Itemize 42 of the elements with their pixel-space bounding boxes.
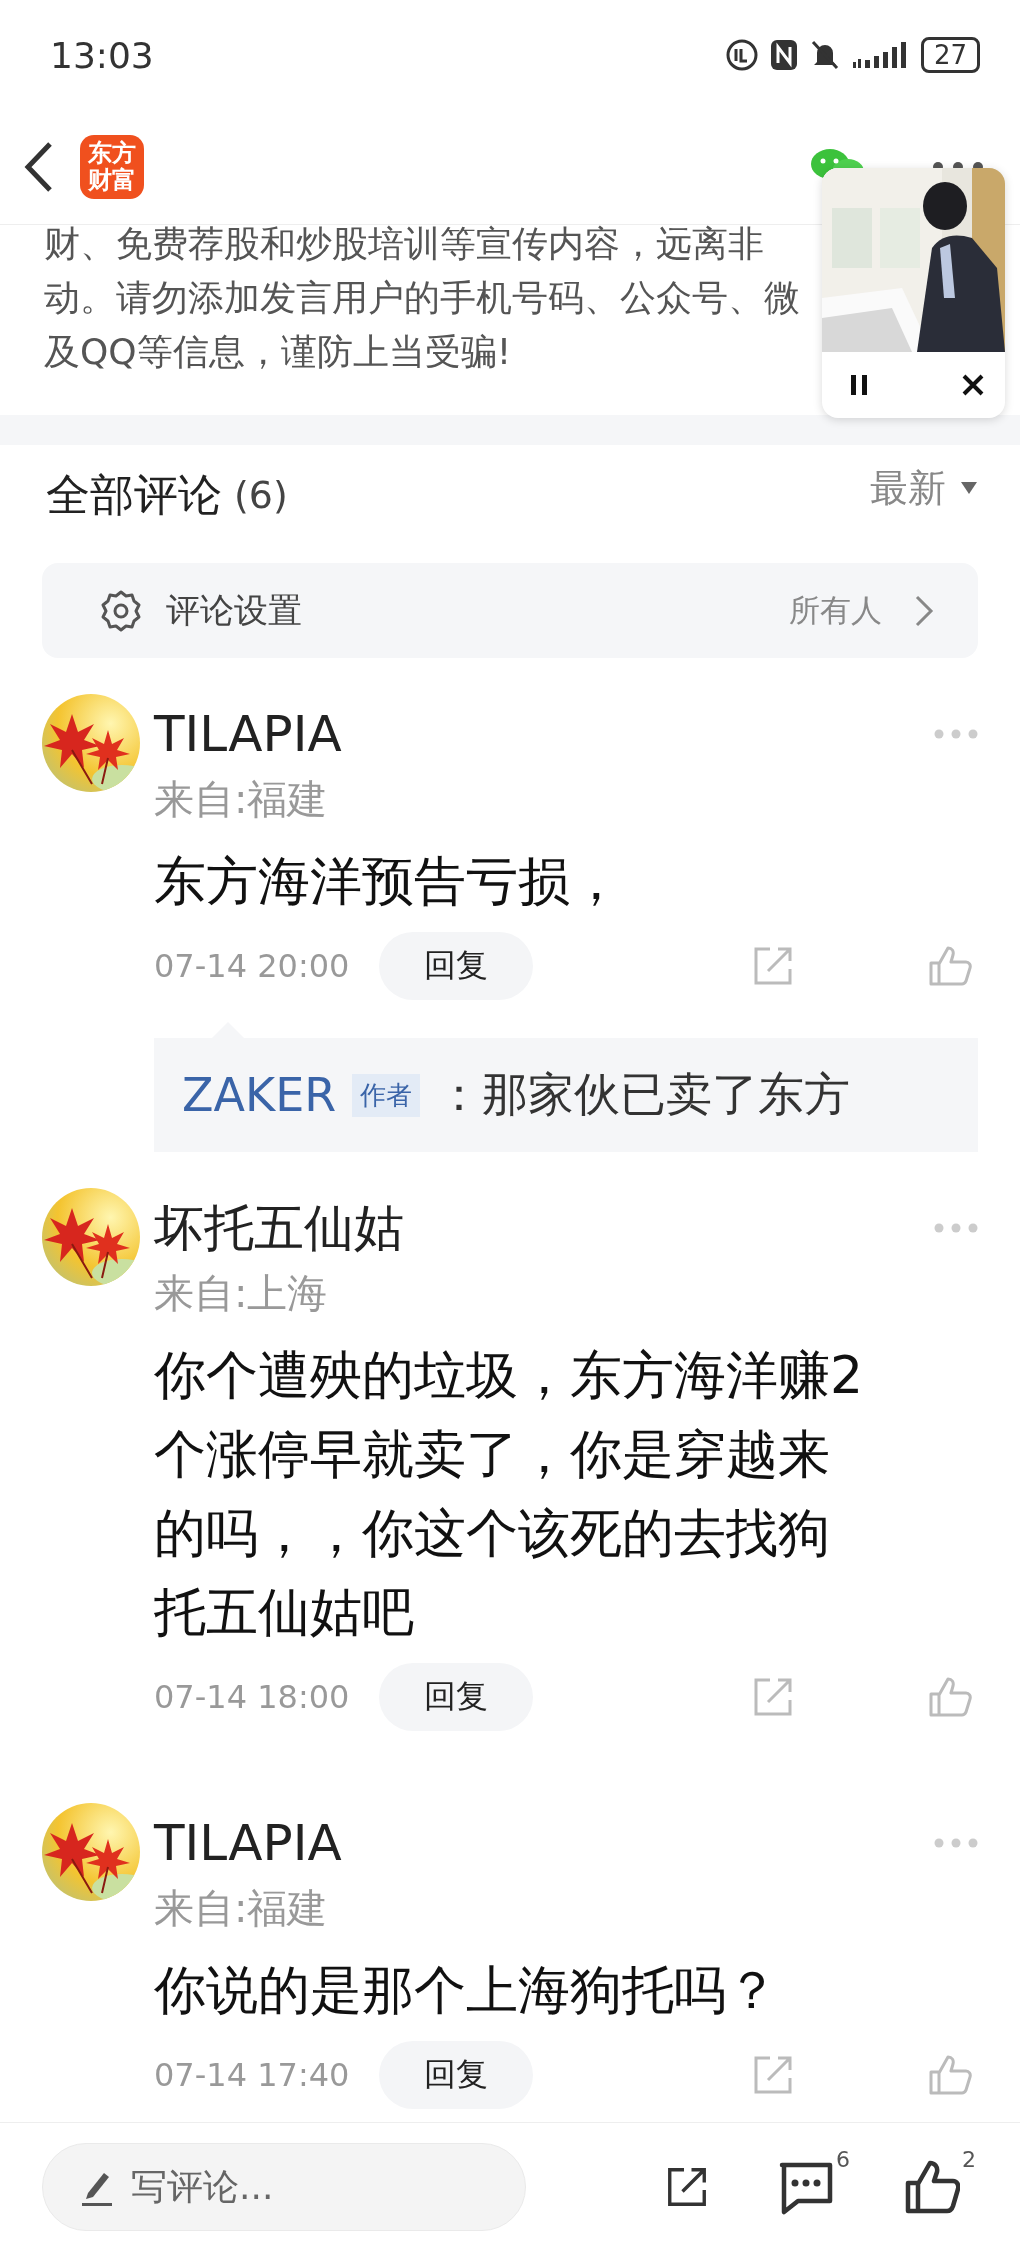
username[interactable]: TILAPIA [154, 704, 342, 764]
comment-text: 东方海洋预告亏损， [154, 850, 623, 913]
hd-call-icon [724, 38, 759, 72]
battery-indicator: 27 [920, 37, 980, 73]
reply-text: ：那家伙已卖了东方 [436, 1066, 851, 1123]
location-text: 来自:福建 [154, 1884, 329, 1933]
status-time: 13:03 [50, 34, 154, 76]
like-count-text: 2 [962, 2146, 976, 2172]
reply-button[interactable]: 回复 [379, 2041, 534, 2109]
app-logo: 东方 财富 [80, 135, 144, 199]
notice-text: 及QQ等信息，谨防上当受骗! [44, 330, 513, 374]
location-text: 来自:福建 [154, 775, 329, 824]
username[interactable]: TILAPIA [154, 1813, 342, 1873]
comment-time: 07-14 17:40 [154, 2056, 350, 2094]
reply-button[interactable]: 回复 [379, 1663, 534, 1731]
thumbs-up-icon[interactable] [928, 1676, 972, 1718]
comment-time: 07-14 20:00 [154, 947, 350, 985]
close-icon[interactable] [961, 373, 985, 397]
comment-input-field[interactable]: 写评论... [42, 2142, 526, 2231]
back-icon[interactable] [24, 141, 54, 193]
dropdown-caret-icon [960, 481, 978, 495]
comment-time: 07-14 18:00 [154, 1678, 350, 1716]
comment-count: (6) [234, 473, 288, 517]
reply-button[interactable]: 回复 [379, 932, 534, 1000]
reply-username[interactable]: ZAKER [182, 1068, 337, 1122]
username[interactable]: 坏托五仙姑 [154, 1198, 404, 1258]
notice-text: 动。请勿添加发言用户的手机号码、公众号、微 [44, 276, 801, 320]
chevron-right-icon [914, 593, 934, 628]
thumbs-up-icon[interactable] [904, 2158, 960, 2215]
nfc-icon [768, 38, 799, 72]
comment-count-text: 6 [836, 2146, 850, 2172]
thumbs-up-icon[interactable] [928, 945, 972, 987]
comment-text: 你说的是那个上海狗托吗？ [154, 1959, 779, 2022]
thumbs-up-icon[interactable] [928, 2054, 972, 2096]
notice-text: 财、免费荐股和炒股培训等宣传内容，远离非 [44, 225, 765, 266]
pause-icon[interactable] [850, 374, 868, 396]
location-text: 来自:上海 [154, 1269, 329, 1318]
comment-settings-row[interactable]: 评论设置 所有人 [42, 563, 978, 658]
comment-text: 你个遭殃的垃圾，东方海洋赚2个涨停早就卖了，你是穿越来的吗，，你这个该死的去找狗托五仙姑吧 [154, 1344, 865, 1644]
sort-dropdown[interactable]: 最新 [870, 462, 978, 514]
comments-title: 全部评论 [46, 467, 222, 522]
author-badge: 作者 [352, 1073, 421, 1117]
